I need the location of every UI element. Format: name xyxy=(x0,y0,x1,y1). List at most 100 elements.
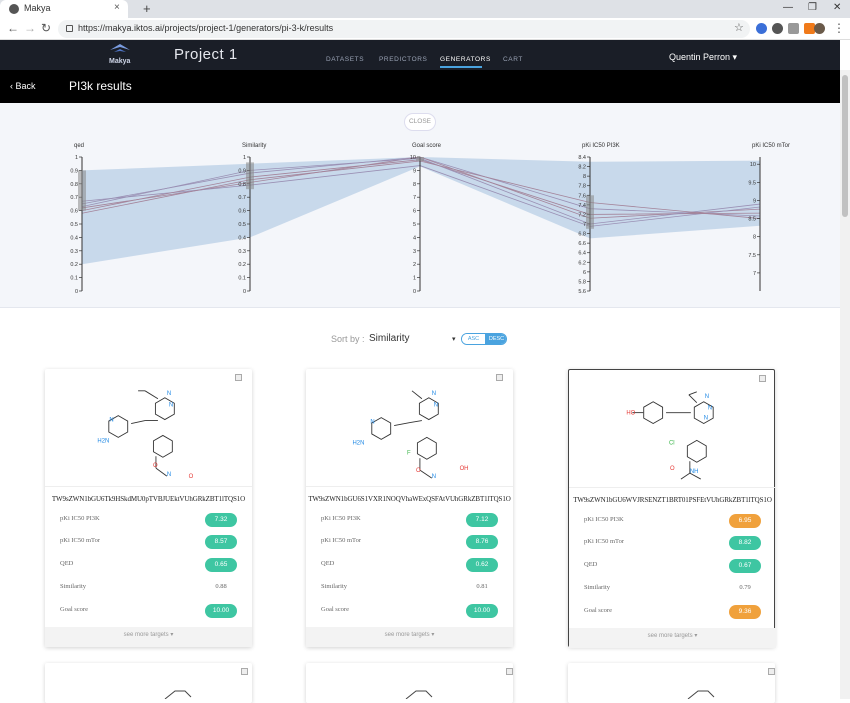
axis-brush[interactable] xyxy=(586,195,594,229)
globe-icon xyxy=(9,4,19,14)
molecule-card[interactable]: N H2N N N O N O TW9sZWN1bGU6Tk9HSkdMU0pTVBJUEkt… xyxy=(45,369,252,647)
tick-label: 8.5 xyxy=(748,217,756,223)
back-button[interactable]: ‹ Back xyxy=(10,81,36,91)
browser-tab[interactable]: Makya × xyxy=(0,0,128,18)
molecule-card[interactable]: N HO N N Cl O NH TW9sZWN1bGU6WVJRSENZT1BRT01PSF… xyxy=(568,369,776,648)
score-label: pKi IC50 mTor xyxy=(60,537,100,544)
score-label: Goal score xyxy=(584,607,612,614)
score-label: Goal score xyxy=(60,606,88,613)
tick-label: 1 xyxy=(243,155,246,161)
nav-predictors[interactable]: PREDICTORS xyxy=(379,56,428,63)
tick-label: 7 xyxy=(583,222,586,228)
address-bar: ← → ↻ https://makya.iktos.ai/projects/pr… xyxy=(0,18,850,40)
atom-label: N xyxy=(167,391,171,397)
tick-label: 4 xyxy=(413,235,416,241)
tick-label: 5.8 xyxy=(578,279,586,285)
see-more-targets-link[interactable]: see more targets ▾ xyxy=(306,631,513,638)
score-row: Similarity 0.79 xyxy=(569,581,776,597)
active-nav-indicator xyxy=(440,66,482,68)
sort-desc-button[interactable]: DESC xyxy=(485,334,506,344)
tick-label: 5.6 xyxy=(578,289,586,295)
tick-label: 0.9 xyxy=(70,168,78,174)
molecule-card[interactable] xyxy=(568,663,775,703)
user-menu[interactable]: Quentin Perron ▾ xyxy=(669,52,737,63)
score-value: 0.81 xyxy=(476,583,488,590)
atom-label: N xyxy=(370,420,374,426)
profile-avatar[interactable] xyxy=(814,23,825,34)
molecule-card[interactable]: N H2N N N F O N OH TW9sZWN1bGU6S1VXR1NOQVhaWExQS… xyxy=(306,369,513,647)
score-row: pKi IC50 mTor 8.76 xyxy=(306,534,513,550)
score-row: pKi IC50 PI3K 7.12 xyxy=(306,512,513,528)
bond xyxy=(144,390,159,400)
score-badge: 7.12 xyxy=(466,513,498,527)
nav-cart[interactable]: CART xyxy=(503,56,523,63)
axis-brush[interactable] xyxy=(416,157,424,162)
close-window-icon[interactable]: ✕ xyxy=(833,2,841,13)
tick-label: 0.5 xyxy=(238,222,246,228)
sort-asc-button[interactable]: ASC xyxy=(462,334,485,344)
see-more-targets-link[interactable]: see more targets ▾ xyxy=(569,632,776,639)
tick-label: 0.4 xyxy=(238,235,246,241)
molecule-id: TW9sZWN1bGU6Tk9HSkdMU0pTVBJUEktVUhGRkZBT… xyxy=(51,495,246,503)
tick-label: 0.6 xyxy=(70,209,78,215)
bond xyxy=(688,394,698,404)
tick-label: 6.8 xyxy=(578,232,586,238)
axis-label: Similarity xyxy=(242,143,266,149)
molecule-structure xyxy=(164,690,192,699)
sort-select[interactable]: Similarity xyxy=(369,333,410,344)
score-row: QED 0.65 xyxy=(45,557,252,573)
tab-title: Makya xyxy=(24,3,51,13)
atom-label: N xyxy=(432,391,436,397)
url-field[interactable]: https://makya.iktos.ai/projects/project-… xyxy=(58,20,750,38)
score-value: 0.88 xyxy=(215,583,227,590)
score-label: pKi IC50 PI3K xyxy=(321,515,361,522)
scrollbar-thumb[interactable] xyxy=(842,75,848,217)
nav-datasets[interactable]: DATASETS xyxy=(326,56,364,63)
axis-brush[interactable] xyxy=(246,162,254,190)
tick-label: 0.7 xyxy=(238,195,246,201)
extension-icon[interactable] xyxy=(756,23,767,34)
back-arrow-icon[interactable]: ← xyxy=(7,21,19,35)
tick-label: 1 xyxy=(413,276,416,282)
page-title: PI3k results xyxy=(69,79,132,93)
sort-order-toggle[interactable]: ASC DESC xyxy=(461,333,507,345)
reload-icon[interactable]: ↻ xyxy=(41,21,51,35)
atom-label: N xyxy=(167,472,171,478)
tick-label: 7 xyxy=(753,271,756,277)
molecule-card[interactable] xyxy=(45,663,252,703)
score-row: Goal score 10.00 xyxy=(306,603,513,619)
app-header: Makya Project 1 DATASETS PREDICTORS GENE… xyxy=(0,40,840,70)
maximize-icon[interactable]: ❐ xyxy=(808,2,817,13)
browser-tabbar: Makya × + — ❐ ✕ xyxy=(0,0,850,18)
logo-text[interactable]: Makya xyxy=(109,58,130,65)
atom-label: O xyxy=(416,468,421,474)
star-icon[interactable]: ☆ xyxy=(734,21,744,34)
forward-arrow-icon[interactable]: → xyxy=(24,21,36,35)
new-tab-icon[interactable]: + xyxy=(143,1,151,16)
parallel-coordinates-chart[interactable]: qed 1 0.9 0.8 0.7 0.6 0.5 0.4 0.3 0.2 0.1 0 Similari… xyxy=(0,103,840,308)
extension-icon-2[interactable] xyxy=(772,23,783,34)
score-badge: 7.32 xyxy=(205,513,237,527)
atom-label: N xyxy=(169,403,173,409)
score-label: Similarity xyxy=(321,583,347,590)
nav-generators[interactable]: GENERATORS xyxy=(440,56,491,63)
axis-brush[interactable] xyxy=(78,170,86,211)
see-more-targets-link[interactable]: see more targets ▾ xyxy=(45,631,252,638)
score-label: Goal score xyxy=(321,606,349,613)
tick-label: 8.2 xyxy=(578,165,586,171)
atom-label: H2N xyxy=(97,438,109,444)
minimize-icon[interactable]: — xyxy=(783,2,793,13)
tick-label: 0.1 xyxy=(70,276,78,282)
score-label: QED xyxy=(584,561,598,568)
chevron-down-icon[interactable]: ▾ xyxy=(452,335,456,343)
tick-label: 3 xyxy=(413,249,416,255)
ring-bond xyxy=(686,439,707,463)
bond xyxy=(155,467,168,477)
score-row: pKi IC50 PI3K 6.95 xyxy=(569,513,776,529)
lock-icon xyxy=(66,25,73,32)
molecule-card[interactable] xyxy=(306,663,513,703)
tab-close-icon[interactable]: × xyxy=(114,2,120,13)
extension-icon-3[interactable] xyxy=(788,23,799,34)
menu-dots-icon[interactable]: ⋮ xyxy=(833,21,845,35)
axis-label: Goal score xyxy=(412,143,442,149)
